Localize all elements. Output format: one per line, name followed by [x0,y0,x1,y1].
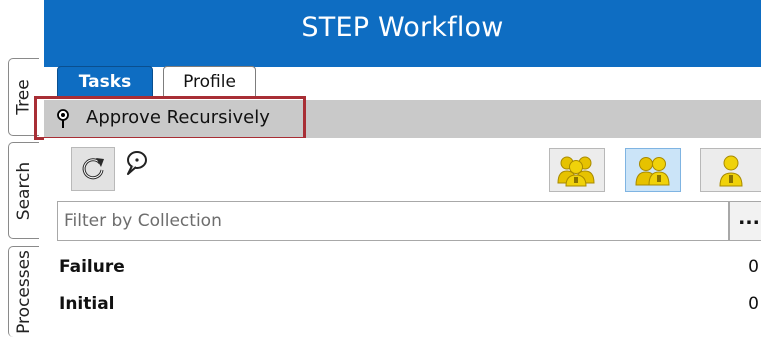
side-tab-search-label: Search [14,161,34,220]
state-name: Initial [59,294,115,314]
group-users-filter-button[interactable] [625,148,681,192]
tab-profile[interactable]: Profile [163,66,256,96]
side-tab-processes-label: Processes [14,250,34,334]
tab-tasks[interactable]: Tasks [57,66,153,97]
side-tab-tree-label: Tree [14,79,35,115]
user-icon [719,155,743,187]
state-row-initial[interactable]: Initial 0 [57,290,761,324]
selected-state-row[interactable]: Approve Recursively [34,96,761,140]
refresh-button[interactable] [71,147,115,191]
highlight-box [34,96,306,140]
window-title: STEP Workflow [301,12,504,43]
users-group-icon [635,157,670,186]
speech-bubble-icon[interactable] [124,150,148,176]
users-group-icon [557,156,595,187]
filter-by-collection-input[interactable] [57,201,729,241]
workflow-panel: STEP Workflow Tasks Profile Approve Recu… [34,0,761,324]
refresh-icon [82,158,104,180]
state-count: 0 [748,294,759,314]
my-tasks-filter-button[interactable] [700,148,761,192]
side-tab-search[interactable]: Search [8,142,39,239]
state-row-failure[interactable]: Failure 0 [57,253,761,287]
all-users-filter-button[interactable] [549,148,605,192]
side-tab-processes[interactable]: Processes [8,246,39,337]
side-tab-strip: Tree Search Processes [0,0,44,337]
state-name: Failure [59,257,125,277]
browse-collection-button[interactable]: ... [729,201,761,241]
state-count: 0 [748,257,759,277]
title-bar: STEP Workflow [44,0,761,67]
